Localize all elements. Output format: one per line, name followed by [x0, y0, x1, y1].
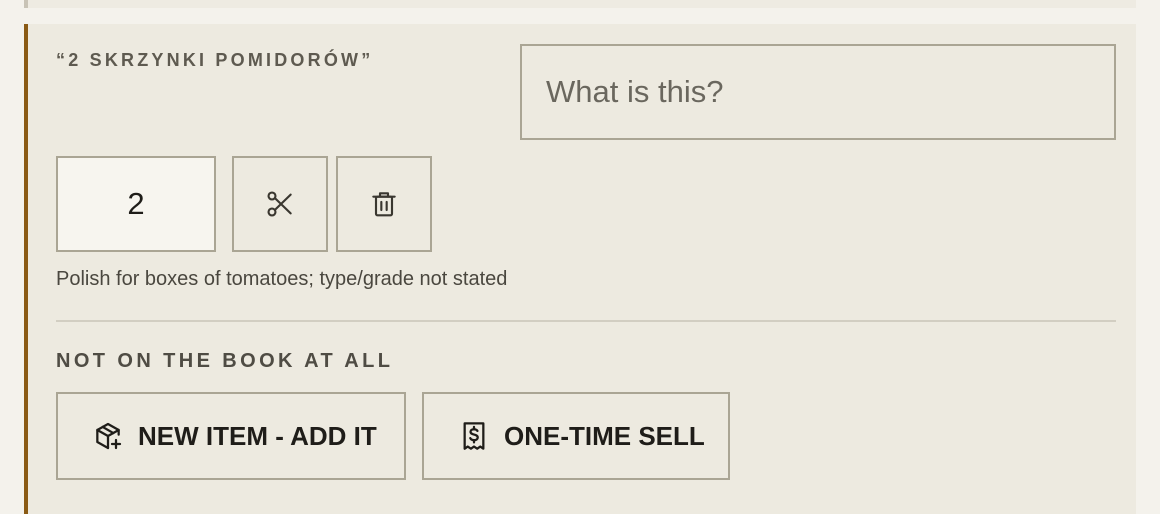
new-item-add-label: NEW ITEM - ADD IT — [138, 420, 377, 451]
item-quoted-name: “2 SKRZYNKI POMIDORÓW” — [56, 50, 374, 70]
quantity-input[interactable] — [56, 156, 216, 252]
divider — [56, 320, 1116, 322]
new-item-add-button[interactable]: NEW ITEM - ADD IT — [56, 392, 406, 480]
item-note: Polish for boxes of tomatoes; type/grade… — [56, 268, 508, 290]
one-time-sell-label: ONE-TIME SELL — [504, 420, 705, 451]
one-time-sell-button[interactable]: ONE-TIME SELL — [422, 392, 730, 480]
receipt-dollar-icon — [463, 422, 485, 450]
not-on-book-heading: NOT ON THE BOOK AT ALL — [56, 350, 394, 372]
description-input[interactable] — [520, 44, 1116, 140]
item-card: “2 SKRZYNKI POMIDORÓW” Polish for boxes … — [24, 24, 1136, 514]
previous-item-card — [24, 0, 1136, 8]
trash-icon — [372, 192, 396, 217]
scissors-icon — [267, 191, 292, 217]
package-plus-icon — [96, 422, 122, 450]
delete-button[interactable] — [336, 156, 432, 252]
split-button[interactable] — [232, 156, 328, 252]
